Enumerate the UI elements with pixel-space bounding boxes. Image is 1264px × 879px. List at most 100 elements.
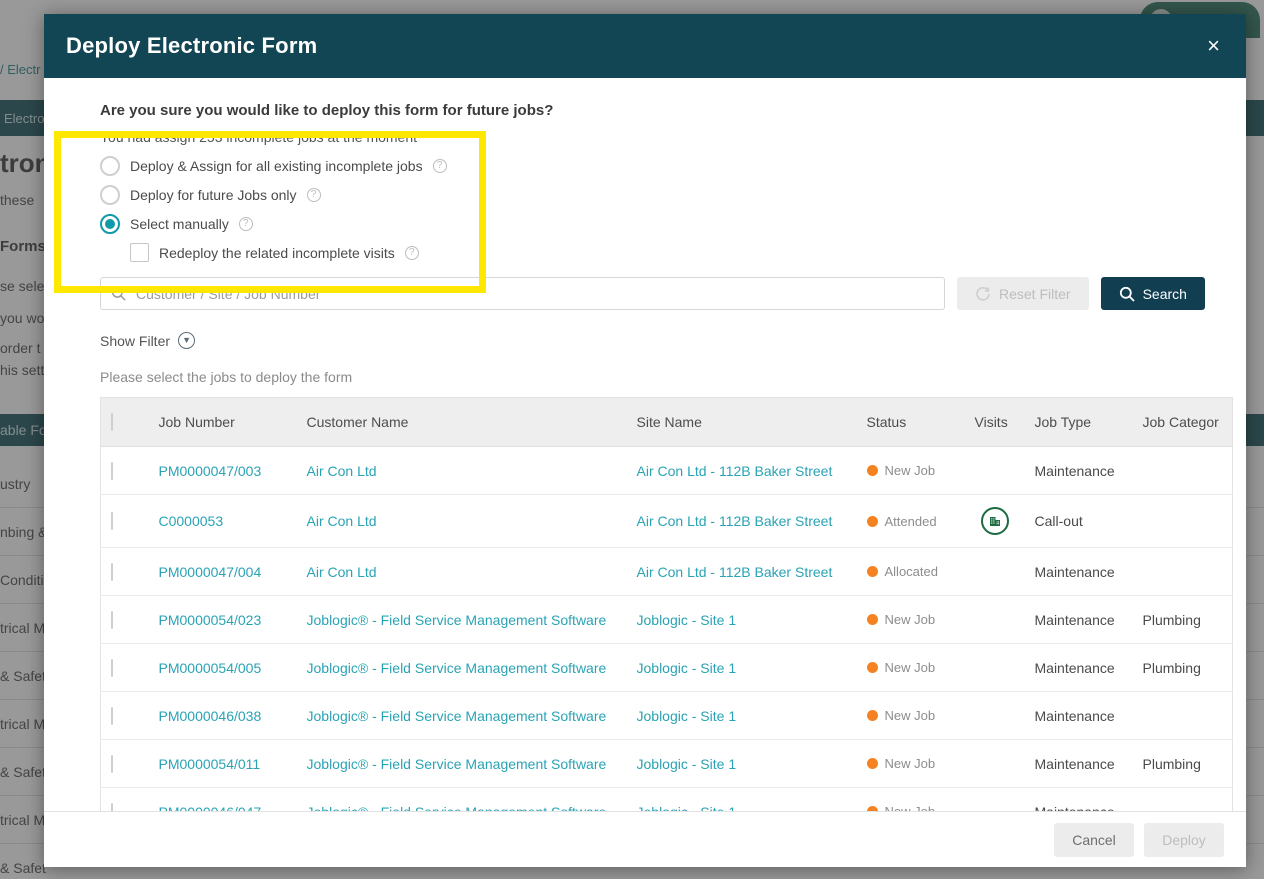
- cell-job-type: Call-out: [1024, 494, 1133, 548]
- status-badge: New Job: [866, 708, 955, 723]
- radio-deploy-future-only[interactable]: [100, 184, 120, 205]
- cell-job-number[interactable]: PM0000054/011: [148, 739, 297, 788]
- cell-customer-name[interactable]: Joblogic® - Field Service Management Sof…: [296, 595, 627, 644]
- job-number-link[interactable]: PM0000054/005: [159, 660, 262, 676]
- row-checkbox[interactable]: [111, 610, 113, 629]
- row-checkbox[interactable]: [111, 512, 113, 530]
- header-customer-name[interactable]: Customer Name: [296, 397, 627, 447]
- header-job-category[interactable]: Job Categor: [1132, 397, 1233, 447]
- search-input[interactable]: [134, 284, 934, 303]
- cell-site-name[interactable]: Joblogic - Site 1: [626, 595, 857, 644]
- table-row[interactable]: PM0000047/004 Air Con Ltd Air Con Ltd - 11…: [100, 547, 1233, 596]
- cell-customer-name[interactable]: Joblogic® - Field Service Management Sof…: [296, 787, 627, 812]
- table-row[interactable]: C0000053 Air Con Ltd Air Con Ltd - 112B Ba…: [100, 494, 1233, 548]
- site-name-link[interactable]: Air Con Ltd - 112B Baker Street: [637, 463, 833, 479]
- help-icon[interactable]: ?: [404, 245, 419, 260]
- cell-customer-name[interactable]: Air Con Ltd: [296, 494, 627, 548]
- cell-site-name[interactable]: Joblogic - Site 1: [626, 643, 857, 692]
- cell-job-number[interactable]: PM0000046/047: [148, 787, 297, 812]
- reset-filter-button[interactable]: Reset Filter: [957, 277, 1089, 310]
- table-row[interactable]: PM0000047/003 Air Con Ltd Air Con Ltd - 11…: [100, 446, 1233, 495]
- cell-customer-name[interactable]: Air Con Ltd: [296, 446, 627, 495]
- job-number-link[interactable]: PM0000054/011: [159, 756, 261, 772]
- row-checkbox[interactable]: [111, 562, 113, 581]
- table-row[interactable]: PM0000054/005 Joblogic® - Field Service M…: [100, 643, 1233, 692]
- option-deploy-assign-existing[interactable]: Deploy & Assign for all existing incompl…: [100, 151, 1224, 180]
- cell-site-name[interactable]: Air Con Ltd - 112B Baker Street: [626, 494, 857, 548]
- site-name-link[interactable]: Joblogic - Site 1: [637, 804, 737, 812]
- job-number-link[interactable]: PM0000054/023: [159, 612, 262, 628]
- cell-customer-name[interactable]: Air Con Ltd: [296, 547, 627, 596]
- cell-job-number[interactable]: PM0000046/038: [148, 691, 297, 740]
- cell-customer-name[interactable]: Joblogic® - Field Service Management Sof…: [296, 739, 627, 788]
- radio-select-manually[interactable]: [100, 213, 120, 234]
- customer-name-link[interactable]: Joblogic® - Field Service Management Sof…: [307, 756, 607, 772]
- site-name-link[interactable]: Joblogic - Site 1: [637, 756, 737, 772]
- site-name-link[interactable]: Air Con Ltd - 112B Baker Street: [637, 564, 833, 580]
- job-number-link[interactable]: PM0000047/004: [159, 564, 262, 580]
- customer-name-link[interactable]: Air Con Ltd: [307, 463, 377, 479]
- job-number-link[interactable]: C0000053: [159, 513, 224, 529]
- chevron-down-circle-icon[interactable]: ▼: [178, 332, 196, 349]
- table-row[interactable]: PM0000054/023 Joblogic® - Field Service M…: [100, 595, 1233, 644]
- header-status[interactable]: Status: [856, 397, 965, 447]
- customer-name-link[interactable]: Air Con Ltd: [307, 513, 377, 529]
- cell-visits: [964, 547, 1025, 596]
- cell-site-name[interactable]: Joblogic - Site 1: [626, 691, 857, 740]
- option-redeploy-visits[interactable]: Redeploy the related incomplete visits ?: [100, 238, 1224, 267]
- search-box[interactable]: [100, 277, 945, 310]
- modal-title: Deploy Electronic Form: [66, 33, 318, 58]
- customer-name-link[interactable]: Joblogic® - Field Service Management Sof…: [307, 612, 607, 628]
- row-checkbox[interactable]: [111, 658, 113, 677]
- help-icon[interactable]: ?: [432, 158, 447, 173]
- cell-job-number[interactable]: PM0000047/004: [148, 547, 297, 596]
- close-icon[interactable]: ×: [1201, 31, 1226, 61]
- row-checkbox[interactable]: [111, 754, 113, 773]
- show-filter-toggle[interactable]: Show Filter ▼: [100, 332, 196, 349]
- option-deploy-future-only[interactable]: Deploy for future Jobs only ?: [100, 180, 1224, 209]
- customer-name-link[interactable]: Joblogic® - Field Service Management Sof…: [307, 708, 607, 724]
- search-button[interactable]: Search: [1100, 277, 1205, 310]
- cancel-button[interactable]: Cancel: [1054, 822, 1134, 857]
- radio-deploy-assign-existing[interactable]: [100, 155, 120, 176]
- cell-job-number[interactable]: C0000053: [148, 494, 297, 548]
- help-icon[interactable]: ?: [238, 216, 253, 231]
- header-site-name[interactable]: Site Name: [626, 397, 857, 447]
- checkbox-redeploy-visits[interactable]: [130, 243, 149, 262]
- job-number-link[interactable]: PM0000046/047: [159, 804, 262, 812]
- header-job-type[interactable]: Job Type: [1024, 397, 1133, 447]
- row-checkbox[interactable]: [111, 802, 113, 811]
- site-name-link[interactable]: Joblogic - Site 1: [637, 660, 737, 676]
- select-all-checkbox[interactable]: [111, 413, 113, 431]
- header-job-number[interactable]: Job Number: [148, 397, 297, 447]
- customer-name-link[interactable]: Air Con Ltd: [307, 564, 377, 580]
- option-select-manually[interactable]: Select manually ?: [100, 209, 1224, 238]
- row-checkbox[interactable]: [111, 461, 113, 480]
- cell-job-number[interactable]: PM0000047/003: [148, 446, 297, 495]
- site-name-link[interactable]: Air Con Ltd - 112B Baker Street: [637, 513, 833, 529]
- row-checkbox[interactable]: [111, 706, 113, 725]
- row-select-cell: [100, 595, 149, 644]
- customer-name-link[interactable]: Joblogic® - Field Service Management Sof…: [307, 804, 607, 812]
- cell-customer-name[interactable]: Joblogic® - Field Service Management Sof…: [296, 691, 627, 740]
- job-number-link[interactable]: PM0000047/003: [159, 463, 262, 479]
- header-visits[interactable]: Visits: [964, 397, 1025, 447]
- cell-site-name[interactable]: Joblogic - Site 1: [626, 739, 857, 788]
- help-icon[interactable]: ?: [306, 187, 321, 202]
- site-name-link[interactable]: Joblogic - Site 1: [637, 612, 737, 628]
- cell-job-number[interactable]: PM0000054/023: [148, 595, 297, 644]
- cell-site-name[interactable]: Air Con Ltd - 112B Baker Street: [626, 547, 857, 596]
- cell-site-name[interactable]: Joblogic - Site 1: [626, 787, 857, 812]
- site-name-link[interactable]: Joblogic - Site 1: [637, 708, 737, 724]
- cell-job-number[interactable]: PM0000054/005: [148, 643, 297, 692]
- table-row[interactable]: PM0000054/011 Joblogic® - Field Service M…: [100, 739, 1233, 788]
- table-row[interactable]: PM0000046/038 Joblogic® - Field Service M…: [100, 691, 1233, 740]
- deploy-button[interactable]: Deploy: [1144, 822, 1224, 857]
- building-icon[interactable]: [980, 507, 1009, 535]
- cell-site-name[interactable]: Air Con Ltd - 112B Baker Street: [626, 446, 857, 495]
- table-row[interactable]: PM0000046/047 Joblogic® - Field Service M…: [100, 787, 1233, 812]
- customer-name-link[interactable]: Joblogic® - Field Service Management Sof…: [307, 660, 607, 676]
- cell-customer-name[interactable]: Joblogic® - Field Service Management Sof…: [296, 643, 627, 692]
- job-number-link[interactable]: PM0000046/038: [159, 708, 262, 724]
- modal-body[interactable]: Are you sure you would like to deploy th…: [44, 78, 1246, 811]
